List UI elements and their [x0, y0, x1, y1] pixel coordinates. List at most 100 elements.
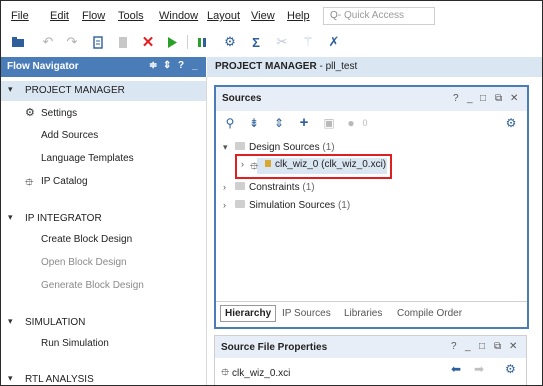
- nav-item-add-sources[interactable]: Add Sources: [41, 130, 98, 141]
- delete-icon[interactable]: ✕: [139, 33, 157, 51]
- folder-icon: [235, 200, 245, 208]
- tree-row-constraints[interactable]: › Constraints (1): [216, 179, 527, 197]
- flow-navigator-title: Flow Navigator: [7, 61, 79, 72]
- open-project-icon[interactable]: [9, 33, 27, 51]
- nav-section-project-manager[interactable]: ▾ PROJECT MANAGER: [1, 81, 206, 101]
- flow-navigator: ▾ PROJECT MANAGER ⚙ Settings Add Sources…: [1, 77, 207, 385]
- xci-file-icon: [265, 160, 271, 167]
- nav-item-ip-catalog[interactable]: IP Catalog: [41, 176, 88, 187]
- undo-icon[interactable]: ↶: [39, 33, 57, 51]
- sources-panel: Sources ? _ □ ⧉ ✕ ⚲ ⇟ ⇕ + ▣ ● 0 ⚙ ▾ Desi…: [214, 85, 529, 329]
- project-header-prefix: PROJECT MANAGER: [215, 61, 317, 72]
- nav-section-label: PROJECT MANAGER: [25, 85, 125, 96]
- copy-icon[interactable]: [89, 33, 107, 51]
- step-icon[interactable]: [194, 33, 212, 51]
- highlight-box: › ⯐ clk_wiz_0 (clk_wiz_0.xci): [235, 154, 392, 179]
- tree-item-clk-wiz[interactable]: clk_wiz_0 (clk_wiz_0.xci): [275, 159, 386, 170]
- redo-icon[interactable]: ↷: [63, 33, 81, 51]
- cut-icon[interactable]: ✂: [273, 33, 291, 51]
- search-icon: Q-: [330, 10, 342, 21]
- vivado-window: File Edit Flow Tools Window Layout View …: [0, 0, 543, 386]
- menu-edit[interactable]: Edit: [50, 10, 69, 22]
- nav-item-settings[interactable]: Settings: [41, 108, 77, 119]
- help-icon[interactable]: ?: [178, 60, 184, 71]
- project-header-separator: -: [316, 61, 326, 72]
- minimize-icon[interactable]: _: [467, 93, 473, 104]
- quick-access-input[interactable]: Q- Quick Access: [323, 7, 435, 25]
- collapse-all-icon[interactable]: ⇟: [246, 115, 262, 131]
- settings-icon[interactable]: ⚙: [221, 33, 239, 51]
- menu-tools-label: Tools: [118, 10, 144, 22]
- gear-icon[interactable]: ⚙: [503, 115, 519, 131]
- project-name: pll_test: [325, 61, 358, 72]
- menu-file-label: File: [11, 10, 29, 22]
- folder-icon: [235, 142, 245, 150]
- flow-navigator-header: Flow Navigator ≑ ⇕ ? _: [1, 57, 206, 77]
- chevron-down-icon: ▾: [8, 84, 13, 94]
- gear-icon[interactable]: ⚙: [505, 362, 516, 376]
- menu-layout[interactable]: Layout: [207, 10, 240, 22]
- nav-section-ip-integrator[interactable]: ▾ IP INTEGRATOR: [1, 209, 206, 229]
- menu-tools[interactable]: Tools: [118, 10, 144, 22]
- sigma-icon[interactable]: Σ: [247, 33, 265, 51]
- sources-tabs: Hierarchy IP Sources Libraries Compile O…: [216, 301, 527, 326]
- tree-count: (1): [337, 200, 351, 211]
- menu-view[interactable]: View: [251, 10, 275, 22]
- tab-hierarchy[interactable]: Hierarchy: [220, 305, 277, 322]
- tree-label: Constraints: [249, 182, 300, 193]
- project-manager-header: PROJECT MANAGER - pll_test: [207, 57, 542, 77]
- search-icon[interactable]: ⚲: [222, 115, 238, 131]
- ip-core-icon: ⯐: [250, 161, 259, 173]
- maximize-icon[interactable]: □: [479, 341, 485, 352]
- menu-bar: File Edit Flow Tools Window Layout View …: [1, 1, 542, 29]
- back-arrow-icon[interactable]: ⬅: [451, 362, 461, 376]
- menu-window-label: Window: [159, 10, 199, 22]
- menu-view-label: View: [251, 10, 275, 22]
- maximize-icon[interactable]: □: [480, 93, 486, 104]
- ip-core-icon: ⯐: [221, 367, 230, 379]
- add-icon[interactable]: +: [296, 115, 312, 131]
- source-file-properties-panel: Source File Properties ? _ □ ⧉ ✕ ⯐ clk_w…: [214, 335, 527, 385]
- menu-window[interactable]: Window: [159, 10, 198, 22]
- tab-libraries[interactable]: Libraries: [344, 308, 382, 319]
- menu-flow[interactable]: Flow: [82, 10, 105, 22]
- nav-item-open-block-design[interactable]: Open Block Design: [41, 257, 127, 268]
- collapse-icon[interactable]: ≑: [149, 60, 157, 71]
- minimize-icon[interactable]: _: [465, 341, 471, 352]
- sources-title: Sources: [222, 93, 262, 104]
- menu-help[interactable]: Help: [287, 10, 310, 22]
- run-icon[interactable]: [163, 33, 181, 51]
- close-icon[interactable]: ✕: [510, 93, 518, 104]
- minimize-icon[interactable]: _: [192, 60, 198, 71]
- float-icon[interactable]: ⧉: [495, 93, 502, 104]
- nav-item-language-templates[interactable]: Language Templates: [41, 153, 134, 164]
- nav-item-generate-block-design[interactable]: Generate Block Design: [41, 280, 144, 291]
- forward-arrow-icon[interactable]: ➡: [474, 362, 484, 376]
- tab-compile-order[interactable]: Compile Order: [397, 308, 462, 319]
- nav-section-label: IP INTEGRATOR: [25, 213, 102, 224]
- tree-row-simulation-sources[interactable]: › Simulation Sources (1): [216, 197, 527, 215]
- menu-file[interactable]: File: [11, 10, 29, 22]
- chevron-down-icon: ▾: [8, 373, 13, 383]
- help-icon[interactable]: ?: [453, 93, 459, 104]
- gear-icon: ⚙: [25, 107, 35, 119]
- info-icon[interactable]: ▣: [321, 115, 337, 131]
- expand-icon[interactable]: ⇕: [163, 60, 171, 71]
- nav-section-rtl-analysis[interactable]: ▾ RTL ANALYSIS: [1, 370, 206, 385]
- nav-item-create-block-design[interactable]: Create Block Design: [41, 234, 132, 245]
- nav-section-simulation[interactable]: ▾ SIMULATION: [1, 313, 206, 333]
- expand-all-icon[interactable]: ⇕: [271, 115, 287, 131]
- close-icon[interactable]: ✕: [509, 341, 517, 352]
- menu-flow-label: Flow: [82, 10, 106, 22]
- paste-icon[interactable]: [114, 33, 132, 51]
- magic-wand-icon[interactable]: ⚚: [299, 33, 317, 51]
- chevron-right-icon: ›: [241, 159, 244, 169]
- cancel-icon[interactable]: ✗: [325, 33, 343, 51]
- menu-layout-label: Layout: [207, 10, 241, 22]
- project-manager-title: PROJECT MANAGER - pll_test: [215, 61, 357, 72]
- tree-count: (1): [302, 182, 315, 193]
- nav-item-run-simulation[interactable]: Run Simulation: [41, 338, 109, 349]
- help-icon[interactable]: ?: [451, 341, 457, 352]
- float-icon[interactable]: ⧉: [494, 341, 501, 352]
- tab-ip-sources[interactable]: IP Sources: [282, 308, 331, 319]
